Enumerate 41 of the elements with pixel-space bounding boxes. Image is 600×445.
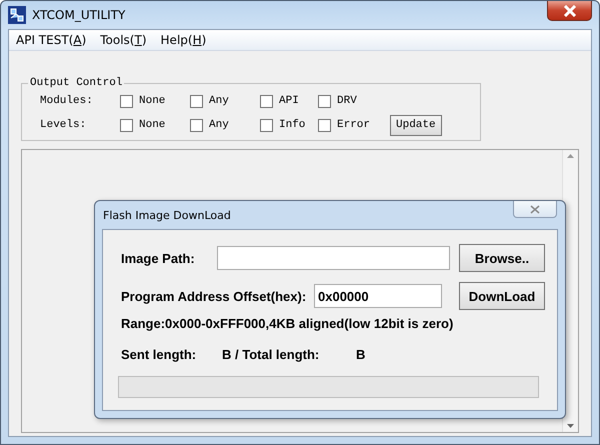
close-icon [562, 4, 576, 16]
update-button[interactable]: Update [390, 114, 442, 136]
checkbox[interactable] [120, 118, 133, 132]
checkbox-label: Error [337, 119, 370, 131]
menu-item[interactable]: Tools(T) [100, 33, 147, 47]
checkbox-label: Info [279, 119, 306, 131]
checkbox[interactable] [260, 94, 273, 108]
unit-label: B [356, 347, 366, 362]
range-note: Range:0x000-0xFFF000,4KB aligned(low 12bit is zero) [121, 316, 454, 331]
app-icon [8, 6, 26, 24]
checkbox-label: None [139, 95, 166, 107]
window-title: XTCOM_UTILITY [32, 8, 126, 22]
sent-length-label: Sent length: [121, 347, 198, 362]
checkbox[interactable] [318, 94, 331, 108]
offset-field[interactable]: 0x00000 [314, 284, 442, 308]
dialog-title: Flash Image DownLoad [103, 208, 231, 222]
up-arrow-icon[interactable] [567, 154, 574, 158]
field-label: Image Path: [121, 250, 196, 266]
menu-item[interactable]: API TEST(A) [16, 33, 86, 47]
download-button[interactable]: DownLoad [459, 282, 545, 310]
checkbox[interactable] [260, 118, 273, 132]
close-button[interactable] [547, 1, 592, 21]
checkbox-label: DRV [337, 95, 357, 107]
close-icon [530, 204, 540, 214]
checkbox-label: None [139, 119, 166, 131]
menu-item[interactable]: Help(H) [160, 33, 206, 47]
row-label: Levels: [40, 119, 88, 131]
image-path-field[interactable] [217, 246, 450, 270]
down-arrow-icon[interactable] [567, 424, 574, 428]
field-label: Program Address Offset(hex): [121, 288, 308, 304]
checkbox[interactable] [190, 118, 203, 132]
checkbox-label: Any [209, 95, 229, 107]
group-title: Output Control [29, 77, 124, 89]
checkbox-label: API [279, 95, 299, 107]
row-label: Modules: [40, 95, 94, 107]
browse-button[interactable]: Browse.. [459, 244, 545, 272]
total-length-label: B / Total length: [222, 347, 320, 362]
checkbox-label: Any [209, 119, 229, 131]
checkbox[interactable] [318, 118, 331, 132]
checkbox[interactable] [120, 94, 133, 108]
checkbox[interactable] [190, 94, 203, 108]
